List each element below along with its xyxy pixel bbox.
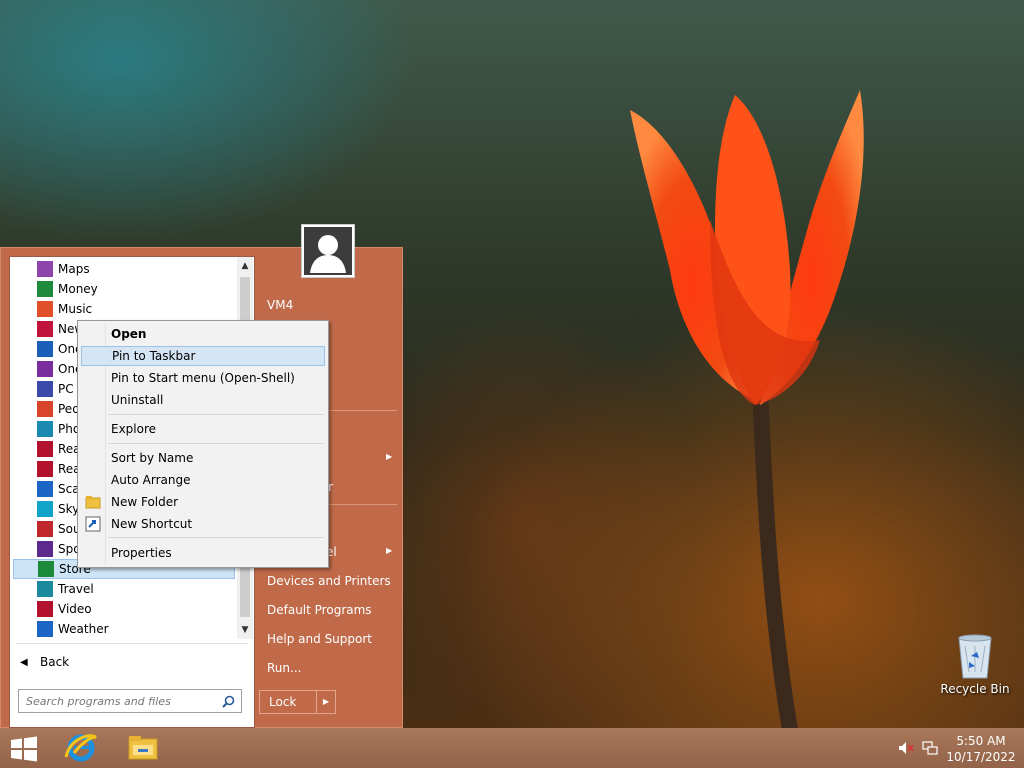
clock-date[interactable]: 10/17/2022 [946, 750, 1016, 764]
travel-icon [37, 581, 53, 597]
tulip-wallpaper-image [630, 90, 864, 730]
context-menu-separator [108, 443, 324, 444]
devices-and-printers-item[interactable]: Devices and Printers [267, 574, 391, 588]
scan-icon [37, 481, 53, 497]
music-icon [37, 301, 53, 317]
reading-list-icon [37, 461, 53, 477]
context-menu-item[interactable]: Explore [81, 419, 325, 439]
people-icon [37, 401, 53, 417]
sound-recorder-icon [37, 521, 53, 537]
program-item[interactable]: Music [13, 299, 235, 319]
scroll-down-arrow-icon[interactable]: ▼ [237, 621, 253, 639]
context-menu: Open Pin to Taskbar Pin to Start menu (Ope… [77, 320, 329, 568]
volume-muted-icon[interactable] [898, 741, 914, 755]
search-icon[interactable] [222, 695, 235, 708]
program-label: PC [58, 382, 74, 396]
context-menu-item[interactable]: Open [81, 324, 325, 344]
context-menu-label: Properties [111, 546, 172, 560]
context-menu-item[interactable]: New Shortcut [81, 514, 325, 534]
user-silhouette-icon [304, 227, 352, 275]
back-label: Back [40, 655, 70, 669]
default-programs-item[interactable]: Default Programs [267, 603, 372, 617]
context-menu-separator [108, 414, 324, 415]
context-menu-label: Explore [111, 422, 157, 436]
onenote-icon [37, 361, 53, 377]
run-item[interactable]: Run... [267, 661, 301, 675]
submenu-arrow-icon: ▶ [386, 546, 393, 555]
program-label: Travel [58, 582, 94, 596]
context-menu-label: New Folder [111, 495, 179, 509]
divider [16, 643, 248, 644]
context-menu-label: Pin to Taskbar [112, 349, 196, 363]
back-arrow-icon: ◀ [20, 656, 28, 668]
submenu-arrow-icon: ▶ [386, 452, 393, 461]
recycle-bin-label: Recycle Bin [940, 682, 1010, 696]
lock-button[interactable]: Lock [259, 690, 317, 714]
context-menu-label: Sort by Name [111, 451, 194, 465]
sports-icon [37, 541, 53, 557]
windows-start-icon[interactable] [8, 736, 40, 762]
program-label: Video [58, 602, 92, 616]
program-label: Music [58, 302, 93, 316]
clock-time[interactable]: 5:50 AM [946, 734, 1016, 748]
context-menu-item[interactable]: Properties [81, 543, 325, 563]
search-input[interactable] [24, 693, 218, 709]
context-menu-item[interactable]: Pin to Start menu (Open-Shell) [81, 368, 325, 388]
shutdown-options-arrow-icon[interactable]: ▶ [316, 690, 336, 714]
context-menu-item[interactable]: New Folder [81, 492, 325, 512]
context-menu-item[interactable]: Sort by Name [81, 448, 325, 468]
internet-explorer-icon[interactable] [62, 731, 100, 765]
context-menu-label: Open [111, 327, 147, 341]
reader-icon [37, 441, 53, 457]
recycle-bin-icon [958, 634, 992, 679]
news-icon [37, 321, 53, 337]
program-label: Maps [58, 262, 90, 276]
skype-icon [37, 501, 53, 517]
network-icon[interactable] [922, 741, 938, 755]
recycle-bin[interactable]: Recycle Bin [940, 630, 1010, 700]
weather-icon [37, 621, 53, 637]
program-label: Money [58, 282, 98, 296]
help-and-support-item[interactable]: Help and Support [267, 632, 372, 646]
back-button[interactable]: ◀ Back [10, 649, 238, 675]
store-icon [38, 561, 54, 577]
maps-icon [37, 261, 53, 277]
user-name-item[interactable]: VM4 [267, 298, 293, 312]
program-item[interactable]: Money [13, 279, 235, 299]
program-item[interactable]: Maps [13, 259, 235, 279]
search-box[interactable] [18, 689, 242, 713]
user-avatar[interactable] [301, 224, 355, 278]
video-icon [37, 601, 53, 617]
file-explorer-icon[interactable] [124, 731, 162, 765]
scroll-up-arrow-icon[interactable]: ▲ [237, 257, 253, 275]
shortcut-icon [85, 516, 101, 532]
taskbar: 5:50 AM 10/17/2022 [0, 728, 1024, 768]
program-label: Weather [58, 622, 109, 636]
pc-settings-icon [37, 381, 53, 397]
program-item[interactable]: Travel [13, 579, 235, 599]
context-menu-item[interactable]: Pin to Taskbar [81, 346, 325, 366]
program-item[interactable]: Video [13, 599, 235, 619]
folder-icon [85, 494, 101, 510]
context-menu-label: Pin to Start menu (Open-Shell) [111, 371, 295, 385]
context-menu-label: Uninstall [111, 393, 164, 407]
photos-icon [37, 421, 53, 437]
money-icon [37, 281, 53, 297]
onedrive-icon [37, 341, 53, 357]
program-item[interactable]: Weather [13, 619, 235, 639]
context-menu-item[interactable]: Uninstall [81, 390, 325, 410]
context-menu-label: Auto Arrange [111, 473, 191, 487]
context-menu-label: New Shortcut [111, 517, 193, 531]
context-menu-item[interactable]: Auto Arrange [81, 470, 325, 490]
context-menu-separator [108, 537, 324, 538]
